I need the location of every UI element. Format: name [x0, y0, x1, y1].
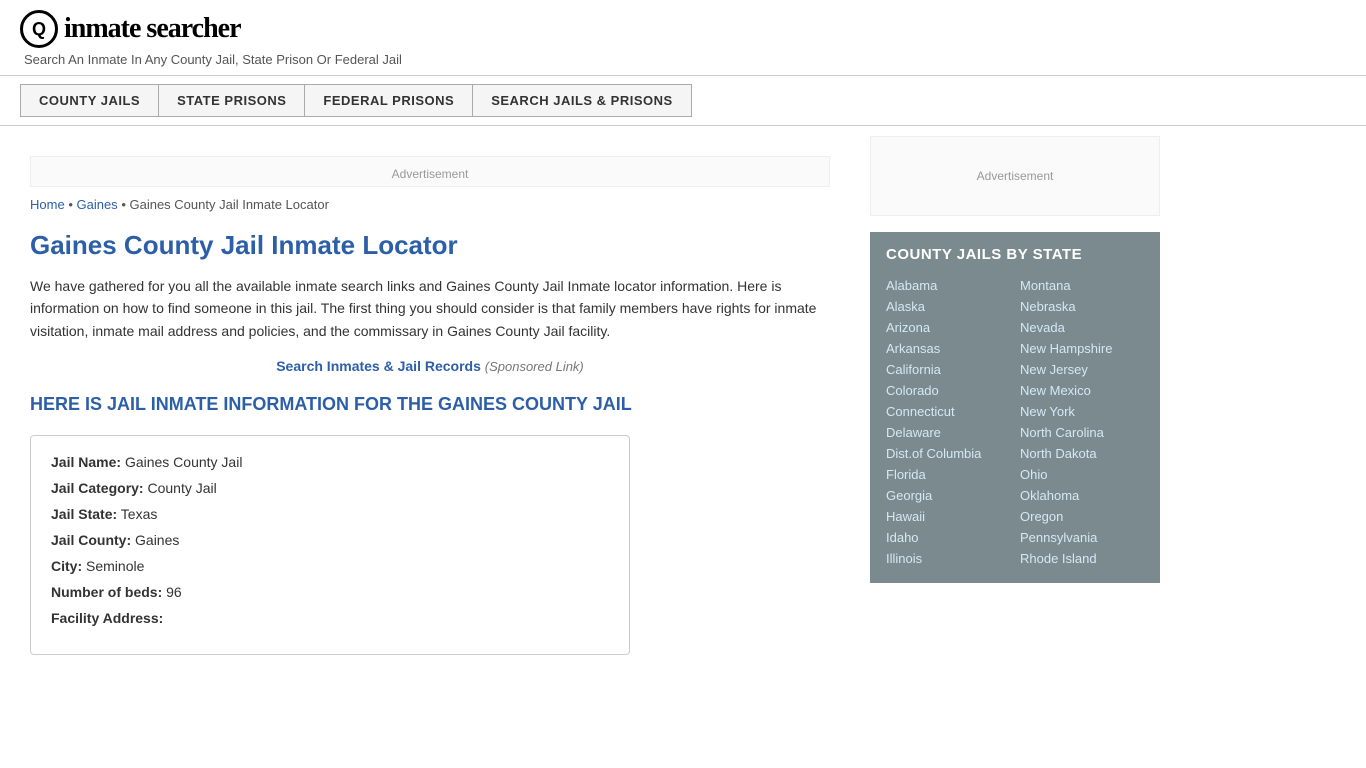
- logo-icon: Q: [20, 10, 58, 48]
- state-link[interactable]: North Carolina: [1020, 422, 1144, 443]
- jail-city-row: City: Seminole: [51, 558, 609, 574]
- breadcrumb-current: Gaines County Jail Inmate Locator: [129, 197, 328, 212]
- main-content: Advertisement Home • Gaines • Gaines Cou…: [0, 126, 860, 675]
- sponsored-link-area: Search Inmates & Jail Records (Sponsored…: [30, 358, 830, 374]
- page-description: We have gathered for you all the availab…: [30, 275, 830, 342]
- state-link[interactable]: Oklahoma: [1020, 485, 1144, 506]
- breadcrumb-parent[interactable]: Gaines: [76, 197, 117, 212]
- state-link[interactable]: Hawaii: [886, 506, 1010, 527]
- state-link[interactable]: Dist.of Columbia: [886, 443, 1010, 464]
- state-link[interactable]: Idaho: [886, 527, 1010, 548]
- jail-name-val: Gaines County Jail: [125, 454, 243, 470]
- state-link[interactable]: North Dakota: [1020, 443, 1144, 464]
- page-title: Gaines County Jail Inmate Locator: [30, 230, 830, 261]
- jail-county-val: Gaines: [135, 532, 179, 548]
- state-link[interactable]: Connecticut: [886, 401, 1010, 422]
- state-link[interactable]: Pennsylvania: [1020, 527, 1144, 548]
- jail-name-row: Jail Name: Gaines County Jail: [51, 454, 609, 470]
- state-link[interactable]: Florida: [886, 464, 1010, 485]
- nav-county-jails[interactable]: COUNTY JAILS: [20, 84, 158, 117]
- state-col1: AlabamaAlaskaArizonaArkansasCaliforniaCo…: [886, 275, 1010, 569]
- jail-category-label: Jail Category:: [51, 480, 144, 496]
- jail-city-val: Seminole: [86, 558, 144, 574]
- sponsored-label-text: (Sponsored Link): [485, 359, 584, 374]
- state-link[interactable]: New York: [1020, 401, 1144, 422]
- state-link[interactable]: New Mexico: [1020, 380, 1144, 401]
- state-link[interactable]: Alabama: [886, 275, 1010, 296]
- state-link[interactable]: New Jersey: [1020, 359, 1144, 380]
- nav-bar: COUNTY JAILS STATE PRISONS FEDERAL PRISO…: [0, 76, 1366, 126]
- jail-address-label: Facility Address:: [51, 610, 163, 626]
- state-link[interactable]: Rhode Island: [1020, 548, 1144, 569]
- state-link[interactable]: Illinois: [886, 548, 1010, 569]
- state-link[interactable]: Ohio: [1020, 464, 1144, 485]
- state-link[interactable]: New Hampshire: [1020, 338, 1144, 359]
- logo-q-letter: Q: [32, 19, 46, 40]
- state-link[interactable]: Colorado: [886, 380, 1010, 401]
- nav-federal-prisons[interactable]: FEDERAL PRISONS: [304, 84, 472, 117]
- jail-beds-label: Number of beds:: [51, 584, 162, 600]
- state-link[interactable]: Montana: [1020, 275, 1144, 296]
- section-heading: HERE IS JAIL INMATE INFORMATION FOR THE …: [30, 394, 830, 415]
- ad-banner: Advertisement: [30, 156, 830, 187]
- jail-address-row: Facility Address:: [51, 610, 609, 626]
- sidebar: Advertisement COUNTY JAILS BY STATE Alab…: [860, 126, 1180, 675]
- state-link[interactable]: California: [886, 359, 1010, 380]
- state-box-title: COUNTY JAILS BY STATE: [886, 246, 1144, 263]
- state-link[interactable]: Nebraska: [1020, 296, 1144, 317]
- logo-area: Q inmate searcher: [20, 10, 1346, 48]
- sponsored-link[interactable]: Search Inmates & Jail Records: [276, 358, 481, 374]
- jail-category-val: County Jail: [147, 480, 216, 496]
- jail-state-label: Jail State:: [51, 506, 117, 522]
- nav-state-prisons[interactable]: STATE PRISONS: [158, 84, 304, 117]
- breadcrumb: Home • Gaines • Gaines County Jail Inmat…: [30, 197, 830, 212]
- jail-name-label: Jail Name:: [51, 454, 121, 470]
- state-link[interactable]: Georgia: [886, 485, 1010, 506]
- state-col2: MontanaNebraskaNevadaNew HampshireNew Je…: [1020, 275, 1144, 569]
- tagline: Search An Inmate In Any County Jail, Sta…: [24, 52, 1346, 67]
- jail-county-label: Jail County:: [51, 532, 131, 548]
- state-link[interactable]: Arizona: [886, 317, 1010, 338]
- state-link[interactable]: Delaware: [886, 422, 1010, 443]
- logo-text: inmate searcher: [64, 13, 241, 45]
- nav-search-jails[interactable]: SEARCH JAILS & PRISONS: [472, 84, 691, 117]
- state-link[interactable]: Alaska: [886, 296, 1010, 317]
- content-wrapper: Advertisement Home • Gaines • Gaines Cou…: [0, 126, 1366, 675]
- jail-category-row: Jail Category: County Jail: [51, 480, 609, 496]
- jail-city-label: City:: [51, 558, 82, 574]
- state-link[interactable]: Oregon: [1020, 506, 1144, 527]
- jail-state-row: Jail State: Texas: [51, 506, 609, 522]
- jail-beds-row: Number of beds: 96: [51, 584, 609, 600]
- breadcrumb-home[interactable]: Home: [30, 197, 65, 212]
- state-link[interactable]: Arkansas: [886, 338, 1010, 359]
- state-link[interactable]: Nevada: [1020, 317, 1144, 338]
- sidebar-ad: Advertisement: [870, 136, 1160, 216]
- jail-county-row: Jail County: Gaines: [51, 532, 609, 548]
- jail-beds-val: 96: [166, 584, 182, 600]
- state-box: COUNTY JAILS BY STATE AlabamaAlaskaArizo…: [870, 232, 1160, 583]
- state-grid: AlabamaAlaskaArizonaArkansasCaliforniaCo…: [886, 275, 1144, 569]
- header: Q inmate searcher Search An Inmate In An…: [0, 0, 1366, 76]
- jail-state-val: Texas: [121, 506, 158, 522]
- jail-info-box: Jail Name: Gaines County Jail Jail Categ…: [30, 435, 630, 655]
